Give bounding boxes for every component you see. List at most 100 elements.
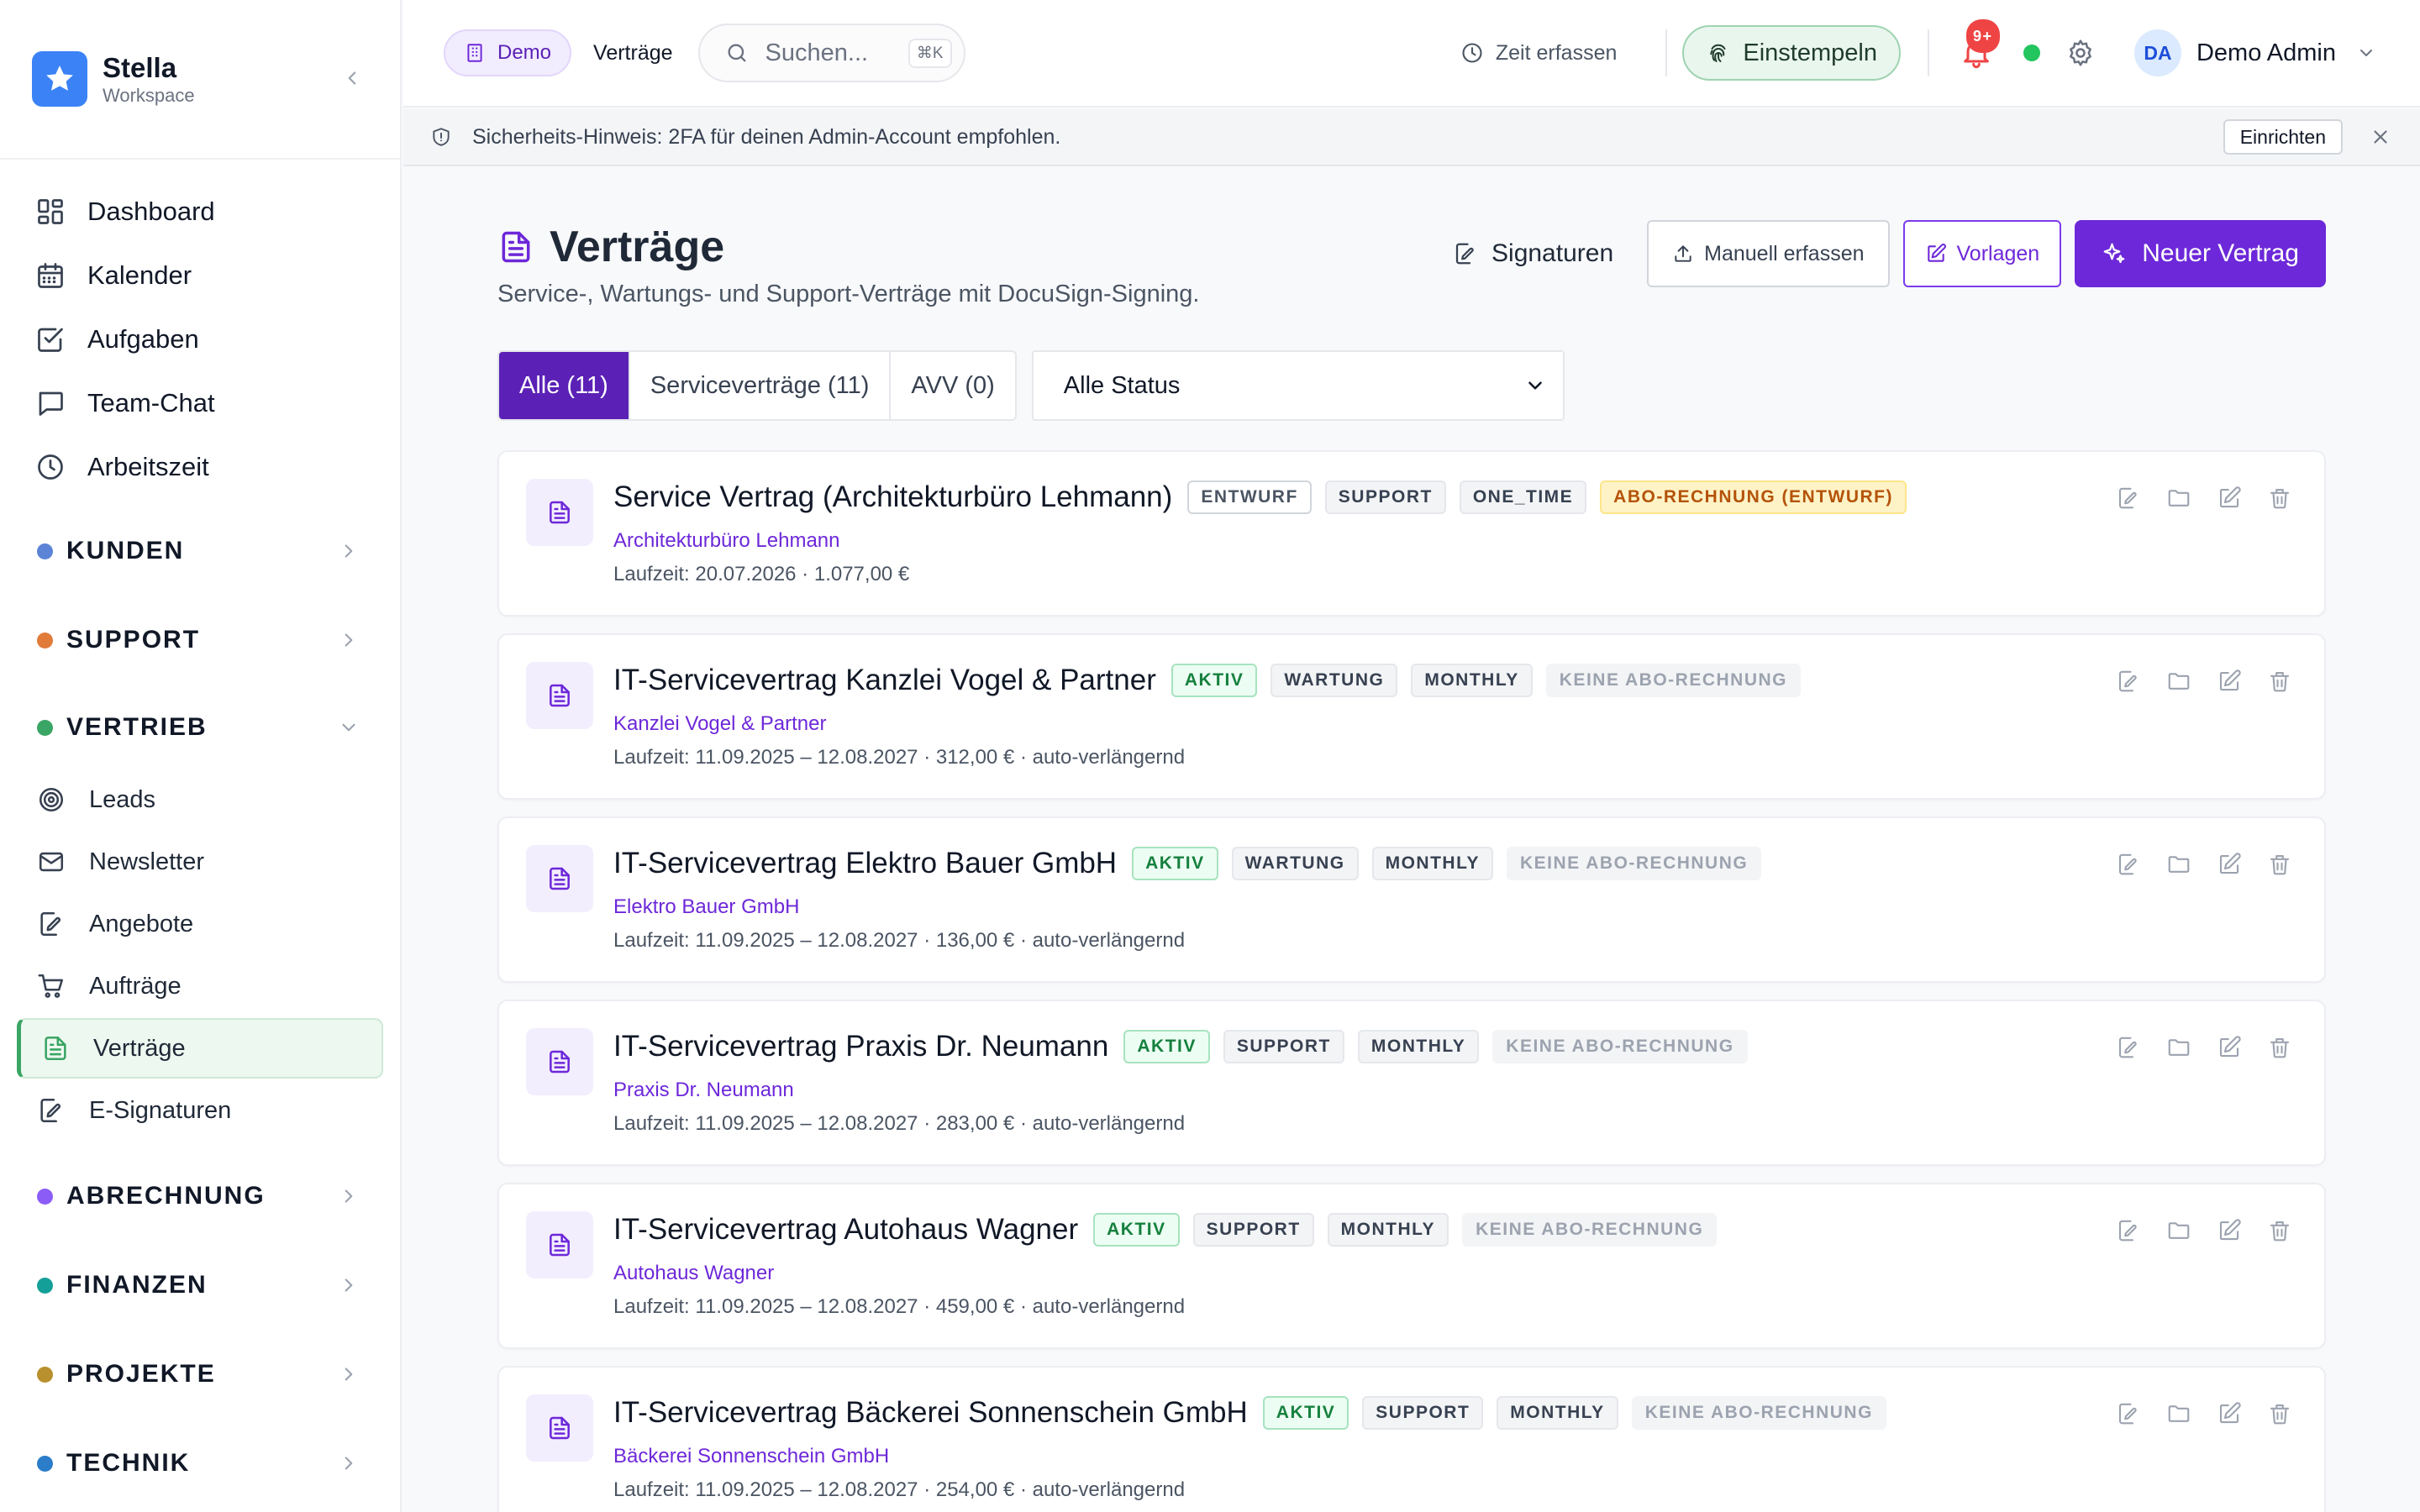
tab-alle[interactable]: Alle (11): [499, 352, 630, 419]
status-badge: SUPPORT: [1192, 1213, 1314, 1247]
templates-button[interactable]: Vorlagen: [1902, 220, 2062, 287]
sidebar-item-angebote[interactable]: Angebote: [17, 894, 383, 954]
gear-icon[interactable]: [2065, 38, 2096, 68]
divider: [1927, 29, 1929, 76]
sparkles-icon: [2103, 243, 2125, 264]
contract-customer-link[interactable]: Praxis Dr. Neumann: [613, 1079, 794, 1102]
collapse-sidebar-button[interactable]: [341, 67, 363, 89]
nav-item-arbeitszeit[interactable]: Arbeitszeit: [18, 435, 381, 499]
nav-item-kalender[interactable]: Kalender: [18, 244, 381, 307]
manual-entry-button[interactable]: Manuell erfassen: [1647, 220, 1890, 287]
page-title: Verträge: [550, 223, 725, 271]
chevron-left-icon: [348, 71, 356, 85]
chat-icon: [39, 391, 63, 416]
new-contract-button[interactable]: Neuer Vertrag: [2075, 220, 2326, 287]
contract-card[interactable]: IT-Servicevertrag Elektro Bauer GmbH AKT…: [497, 816, 2326, 983]
edit-icon[interactable]: [2217, 1035, 2242, 1060]
document-icon: [550, 1416, 570, 1440]
section-finanzen[interactable]: FINANZEN: [18, 1243, 381, 1327]
signature-icon[interactable]: [2116, 1218, 2141, 1243]
tab-avv[interactable]: AVV (0): [891, 352, 1014, 419]
signature-icon[interactable]: [2116, 852, 2141, 877]
contract-actions: [2091, 669, 2292, 694]
contract-title-row: IT-Servicevertrag Bäckerei Sonnenschein …: [613, 1396, 1900, 1430]
sidebar-item-label: Verträge: [93, 1034, 186, 1062]
close-icon[interactable]: [2370, 126, 2391, 148]
demo-tenant-pill[interactable]: Demo: [444, 29, 572, 76]
search-input[interactable]: Suchen... ⌘K: [697, 24, 965, 82]
contract-customer-link[interactable]: Bäckerei Sonnenschein GmbH: [613, 1445, 889, 1468]
section-projekte[interactable]: PROJEKTE: [18, 1332, 381, 1416]
contract-customer-link[interactable]: Elektro Bauer GmbH: [613, 895, 799, 919]
tab-servicevertraege[interactable]: Serviceverträge (11): [630, 352, 892, 419]
main-content: Verträge Service-, Wartungs- und Support…: [497, 166, 2326, 1512]
setup-2fa-button[interactable]: Einrichten: [2223, 119, 2343, 155]
contract-card[interactable]: Service Vertrag (Architekturbüro Lehmann…: [497, 450, 2326, 617]
sidebar-item-vertraege[interactable]: Verträge: [17, 1018, 383, 1079]
trash-icon[interactable]: [2267, 669, 2292, 694]
trash-icon[interactable]: [2267, 1035, 2292, 1060]
contract-title[interactable]: Service Vertrag (Architekturbüro Lehmann…: [613, 480, 1172, 514]
section-kunden[interactable]: KUNDEN: [18, 509, 381, 593]
status-badge: SUPPORT: [1223, 1030, 1344, 1063]
edit-icon[interactable]: [2217, 669, 2242, 694]
contract-card[interactable]: IT-Servicevertrag Kanzlei Vogel & Partne…: [497, 633, 2326, 800]
chevron-down-icon[interactable]: [2356, 43, 2376, 63]
section-technik[interactable]: TECHNIK: [18, 1421, 381, 1505]
section-support[interactable]: SUPPORT: [18, 598, 381, 682]
user-name[interactable]: Demo Admin: [2196, 39, 2336, 67]
brand-logo[interactable]: [32, 51, 87, 107]
contract-card[interactable]: IT-Servicevertrag Praxis Dr. Neumann AKT…: [497, 1000, 2326, 1166]
edit-icon[interactable]: [2217, 1218, 2242, 1243]
mail-icon: [39, 852, 64, 872]
contract-title[interactable]: IT-Servicevertrag Kanzlei Vogel & Partne…: [613, 664, 1156, 697]
contract-card[interactable]: IT-Servicevertrag Autohaus Wagner AKTIV S…: [497, 1183, 2326, 1349]
contract-actions: [2091, 1035, 2292, 1060]
trash-icon[interactable]: [2267, 852, 2292, 877]
document-icon: [550, 684, 570, 707]
sidebar-item-leads[interactable]: Leads: [17, 769, 383, 830]
folder-icon[interactable]: [2166, 852, 2191, 877]
status-select[interactable]: Alle Status: [1031, 350, 1565, 421]
trash-icon[interactable]: [2267, 1218, 2292, 1243]
contract-customer-link[interactable]: Architekturbüro Lehmann: [613, 529, 839, 553]
signature-icon[interactable]: [2116, 669, 2141, 694]
edit-icon[interactable]: [2217, 852, 2242, 877]
contract-card[interactable]: IT-Servicevertrag Bäckerei Sonnenschein …: [497, 1366, 2326, 1512]
folder-icon[interactable]: [2166, 486, 2191, 511]
status-badge: KEINE ABO-RECHNUNG: [1492, 1030, 1748, 1063]
signature-icon[interactable]: [2116, 1401, 2141, 1426]
status-badge: WARTUNG: [1231, 847, 1359, 880]
signature-icon[interactable]: [2116, 1035, 2141, 1060]
time-tracking-button[interactable]: Zeit erfassen: [1460, 41, 1617, 66]
sidebar-item-e-signaturen[interactable]: E-Signaturen: [17, 1080, 383, 1141]
folder-icon[interactable]: [2166, 1035, 2191, 1060]
brand-name: Stella: [103, 52, 177, 83]
signatures-button[interactable]: Signaturen: [1453, 239, 1613, 268]
trash-icon[interactable]: [2267, 1401, 2292, 1426]
section-abrechnung[interactable]: ABRECHNUNG: [18, 1154, 381, 1238]
folder-icon[interactable]: [2166, 669, 2191, 694]
edit-icon[interactable]: [2217, 1401, 2242, 1426]
contract-customer-link[interactable]: Kanzlei Vogel & Partner: [613, 712, 827, 736]
edit-icon[interactable]: [2217, 486, 2242, 511]
contract-title[interactable]: IT-Servicevertrag Praxis Dr. Neumann: [613, 1030, 1108, 1063]
section-vertrieb[interactable]: VERTRIEB: [18, 687, 381, 768]
contract-title[interactable]: IT-Servicevertrag Bäckerei Sonnenschein …: [613, 1396, 1248, 1430]
contract-title[interactable]: IT-Servicevertrag Elektro Bauer GmbH: [613, 847, 1117, 880]
sidebar-item-auftraege[interactable]: Aufträge: [17, 956, 383, 1016]
contract-title[interactable]: IT-Servicevertrag Autohaus Wagner: [613, 1213, 1078, 1247]
nav-item-aufgaben[interactable]: Aufgaben: [18, 307, 381, 371]
nav-item-team-chat[interactable]: Team-Chat: [18, 371, 381, 435]
clock-in-button[interactable]: Einstempeln: [1682, 25, 1901, 81]
contract-customer-link[interactable]: Autohaus Wagner: [613, 1262, 774, 1285]
avatar[interactable]: DA: [2133, 29, 2181, 76]
folder-icon[interactable]: [2166, 1218, 2191, 1243]
folder-icon[interactable]: [2166, 1401, 2191, 1426]
trash-icon[interactable]: [2267, 486, 2292, 511]
sidebar-item-newsletter[interactable]: Newsletter: [17, 832, 383, 892]
signature-icon[interactable]: [2116, 486, 2141, 511]
current-page-link[interactable]: Verträge: [593, 41, 673, 66]
notifications-button[interactable]: 9+: [1960, 19, 2000, 70]
nav-item-dashboard[interactable]: Dashboard: [18, 180, 381, 244]
